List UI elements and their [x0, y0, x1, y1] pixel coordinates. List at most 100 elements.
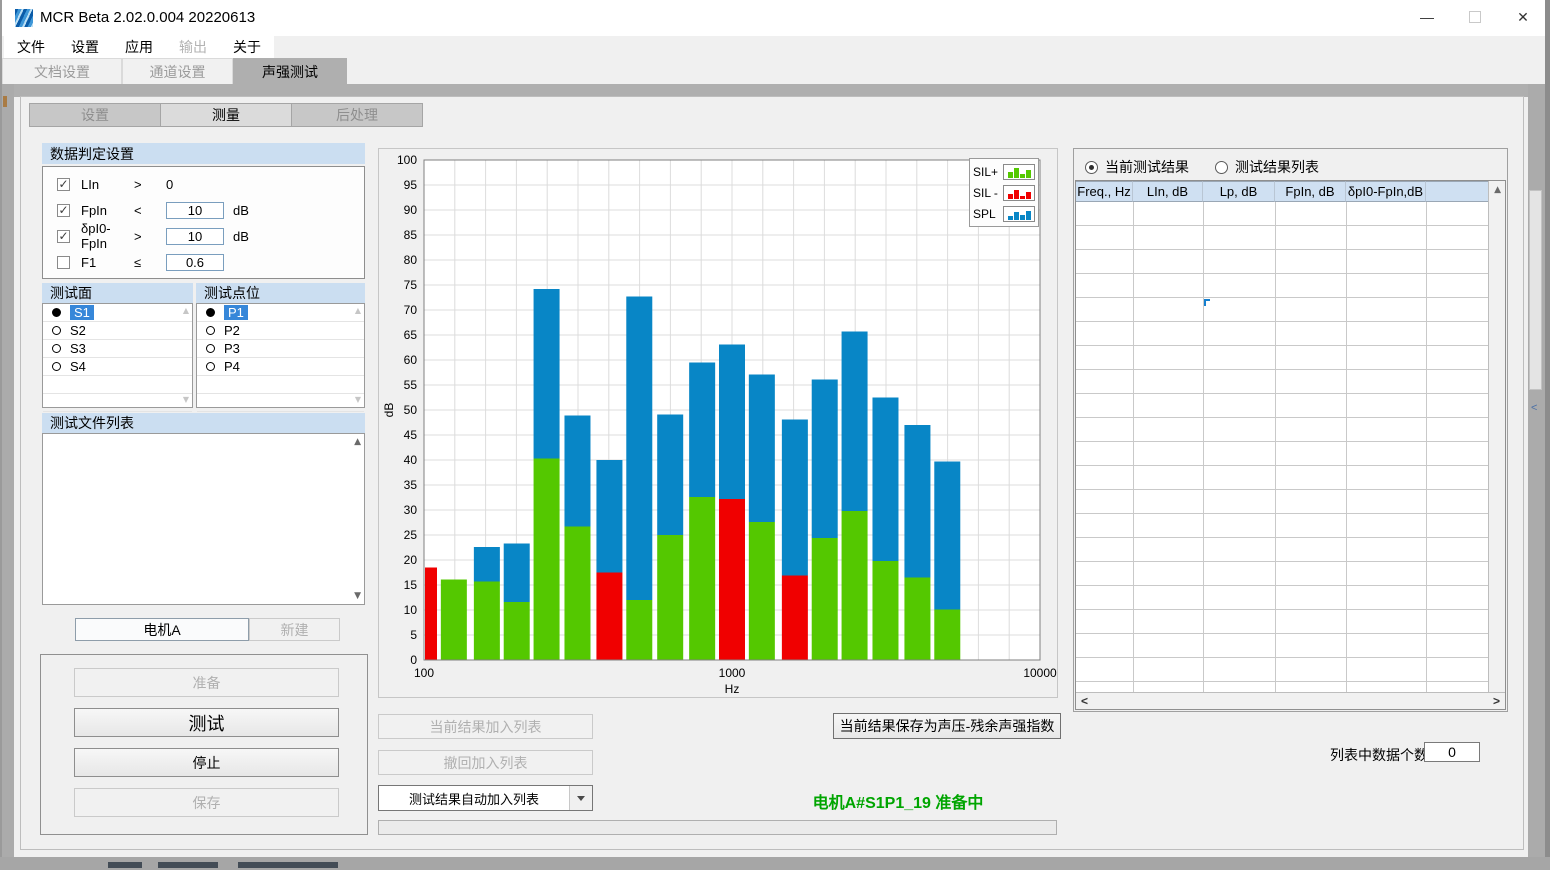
scroll-up-icon[interactable]: ▲ — [355, 307, 361, 315]
save-as-index-button[interactable]: 当前结果保存为声压-残余声强指数 — [833, 713, 1061, 739]
svg-text:5: 5 — [410, 628, 417, 642]
table-hscrollbar[interactable]: < > — [1076, 692, 1505, 709]
criteria-value-input[interactable]: 10 — [166, 228, 224, 245]
point-item-P3[interactable]: P3 — [197, 340, 364, 358]
surface-item-S3[interactable]: S3 — [43, 340, 192, 358]
svg-text:10: 10 — [404, 603, 418, 617]
new-project-button[interactable]: 新建 — [249, 618, 340, 641]
menu-item-设置[interactable]: 设置 — [58, 36, 112, 58]
table-header-2: LIn, dB — [1133, 181, 1203, 202]
surface-item-S4[interactable]: S4 — [43, 358, 192, 376]
menu-item-应用[interactable]: 应用 — [112, 36, 166, 58]
auto-add-combobox-value: 测试结果自动加入列表 — [379, 789, 569, 808]
criteria-header-label: 数据判定设置 — [50, 144, 134, 164]
maximize-button[interactable] — [1452, 0, 1498, 34]
minimize-button[interactable]: — — [1404, 0, 1450, 34]
criteria-row-1: ✓LIn>0 — [43, 171, 364, 197]
point-item-label: P2 — [224, 323, 240, 338]
save-as-index-label: 当前结果保存为声压-残余声强指数 — [840, 716, 1055, 736]
right-splitter-handle[interactable] — [1529, 190, 1542, 390]
surface-item-S2[interactable]: S2 — [43, 322, 192, 340]
left-splitter[interactable] — [0, 84, 14, 857]
scroll-up-icon[interactable]: ▲ — [183, 307, 189, 315]
surface-item-S1[interactable]: S1 — [43, 304, 192, 322]
run-button-保存[interactable]: 保存 — [74, 788, 339, 817]
point-item-P1[interactable]: P1 — [197, 304, 364, 322]
checkbox-checked-icon[interactable]: ✓ — [57, 230, 70, 243]
legend-swatch-icon — [1003, 164, 1035, 180]
menu-item-文件[interactable]: 文件 — [4, 36, 58, 58]
main-tab-3[interactable]: 声强测试 — [233, 58, 347, 84]
sub-tab-3[interactable]: 后处理 — [291, 103, 423, 127]
criteria-value-input[interactable]: 0.6 — [166, 254, 224, 271]
project-tab-motor-a[interactable]: 电机A — [75, 618, 249, 641]
auto-add-combobox[interactable]: 测试结果自动加入列表 — [378, 785, 593, 811]
project-tab-label: 电机A — [143, 620, 180, 640]
results-table-header: Freq., HzLIn, dBLp, dBFpIn, dBδpI0-FpIn,… — [1076, 181, 1489, 202]
bottom-artifact — [158, 862, 218, 868]
svg-text:15: 15 — [404, 578, 418, 592]
chart-legend: SIL+ SIL - SPL — [969, 158, 1039, 227]
count-value-box[interactable]: 0 — [1424, 742, 1480, 762]
sub-tab-1[interactable]: 设置 — [29, 103, 161, 127]
point-item-empty — [197, 376, 364, 394]
scroll-down-icon[interactable]: ▼ — [183, 396, 189, 404]
surfaces-header: 测试面 — [42, 283, 193, 303]
table-vscrollbar[interactable]: ▲ — [1488, 181, 1505, 692]
scroll-left-icon[interactable]: < — [1081, 694, 1088, 708]
point-item-empty — [197, 394, 364, 412]
run-button-准备[interactable]: 准备 — [74, 668, 339, 697]
svg-text:55: 55 — [404, 378, 418, 392]
point-item-P2[interactable]: P2 — [197, 322, 364, 340]
collapse-panel-icon[interactable]: < — [1531, 402, 1537, 414]
legend-label: SPL — [973, 207, 1001, 221]
table-cursor-artifact — [1204, 299, 1210, 306]
run-button-测试[interactable]: 测试 — [74, 708, 339, 737]
chart-panel: 0510152025303540455055606570758085909510… — [378, 148, 1058, 698]
scroll-down-icon[interactable]: ▼ — [355, 396, 361, 404]
svg-text:10000: 10000 — [1023, 666, 1057, 680]
combobox-arrow[interactable] — [569, 786, 592, 810]
bullet-icon — [52, 344, 61, 353]
surfaces-list: S1S2S3S4 ▲ ▼ — [42, 303, 193, 408]
sub-tab-2[interactable]: 测量 — [160, 103, 292, 127]
criteria-row-2: ✓FpIn<10dB — [43, 197, 364, 223]
scroll-up-icon[interactable]: ▲ — [1494, 186, 1501, 194]
menu-item-输出[interactable]: 输出 — [166, 36, 220, 58]
add-result-button[interactable]: 当前结果加入列表 — [378, 714, 593, 739]
table-header-1: Freq., Hz — [1076, 181, 1133, 202]
radio-current-result[interactable]: 当前测试结果 — [1085, 157, 1189, 177]
table-header-3: Lp, dB — [1203, 181, 1275, 202]
svg-text:90: 90 — [404, 203, 418, 217]
svg-text:75: 75 — [404, 278, 418, 292]
menu-item-关于[interactable]: 关于 — [220, 36, 274, 58]
criteria-value-input[interactable]: 10 — [166, 202, 224, 219]
svg-text:85: 85 — [404, 228, 418, 242]
close-button[interactable]: ✕ — [1500, 0, 1546, 34]
checkbox-checked-icon[interactable]: ✓ — [57, 178, 70, 191]
legend-label: SIL+ — [973, 165, 1001, 179]
checkbox-checked-icon[interactable]: ✓ — [57, 204, 70, 217]
bullet-icon — [52, 362, 61, 371]
run-control-group: 准备测试停止保存 — [40, 654, 368, 835]
scroll-up-icon[interactable]: ▲ — [354, 438, 361, 446]
add-result-label: 当前结果加入列表 — [430, 717, 542, 737]
undo-add-button[interactable]: 撤回加入列表 — [378, 750, 593, 775]
radio-result-list[interactable]: 测试结果列表 — [1215, 157, 1319, 177]
point-item-P4[interactable]: P4 — [197, 358, 364, 376]
main-tab-1[interactable]: 文档设置 — [2, 58, 122, 84]
svg-text:50: 50 — [404, 403, 418, 417]
legend-row-SIL-: SIL - — [973, 182, 1035, 203]
main-tab-2[interactable]: 通道设置 — [122, 58, 233, 84]
selected-bullet-icon — [52, 308, 61, 317]
svg-text:100: 100 — [414, 666, 434, 680]
svg-text:45: 45 — [404, 428, 418, 442]
bullet-icon — [206, 362, 215, 371]
file-list: ▲ ▼ — [42, 433, 365, 605]
run-button-停止[interactable]: 停止 — [74, 748, 339, 777]
scroll-down-icon[interactable]: ▼ — [354, 592, 361, 600]
chart: 0510152025303540455055606570758085909510… — [379, 149, 1057, 697]
scroll-right-icon[interactable]: > — [1493, 694, 1500, 708]
checkbox-unchecked-icon[interactable] — [57, 256, 70, 269]
count-value: 0 — [1448, 744, 1456, 760]
